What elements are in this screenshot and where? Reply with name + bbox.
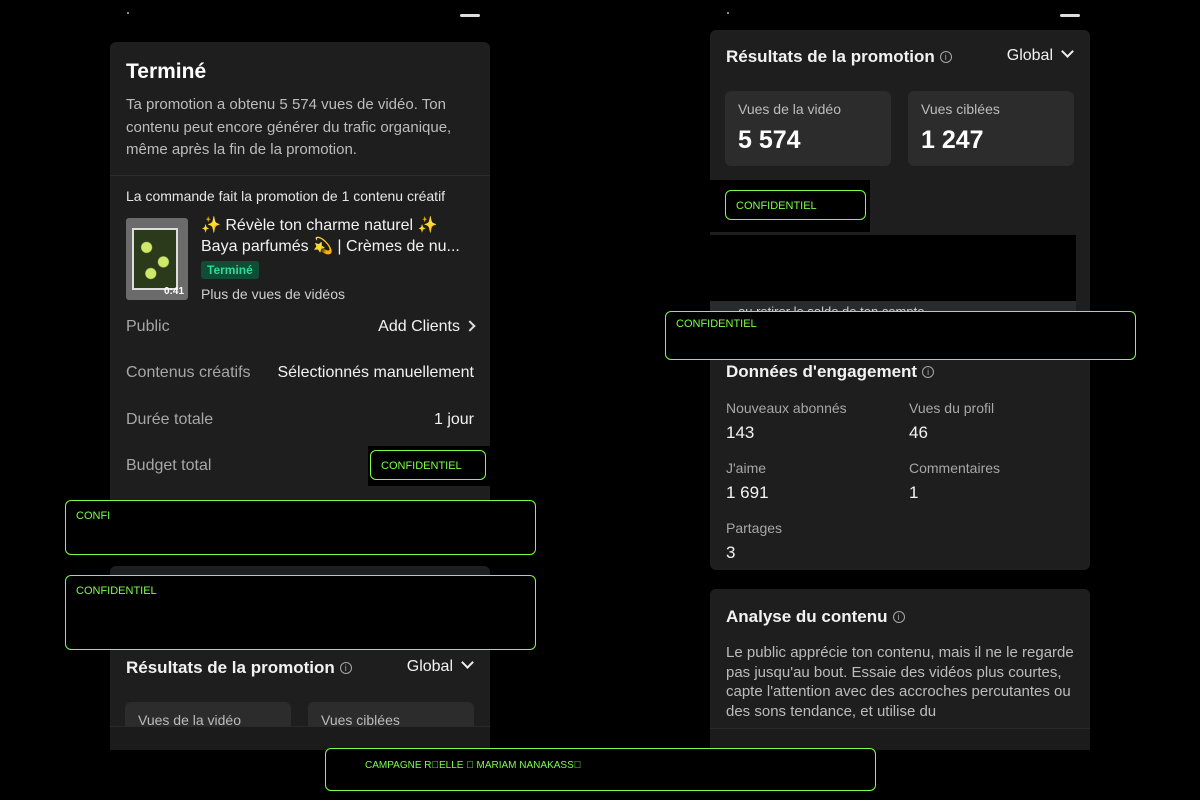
metric-value: 5 574 <box>738 126 801 154</box>
bottom-bar <box>110 726 490 750</box>
video-goal: Plus de vues de vidéos <box>201 286 345 302</box>
engagement-value: 3 <box>726 543 736 562</box>
menu-icon[interactable] <box>1060 14 1080 17</box>
results-title: Résultats de la promotion i <box>726 47 952 67</box>
engagement-value: 46 <box>909 423 928 442</box>
results-title-text: Résultats de la promotion <box>126 658 335 677</box>
confidential-label: CONFIDENTIEL <box>370 450 486 480</box>
order-label: La commande fait la promotion de 1 conte… <box>126 188 446 204</box>
engagement-title-text: Données d'engagement <box>726 362 918 381</box>
confidential-label: CONFI <box>65 500 536 555</box>
engagement-value: 1 <box>909 483 919 502</box>
campaign-label: CAMPAGNE R ELLE   MARIAM NANAKASS  <box>325 748 876 791</box>
engagement-value: 1 691 <box>726 483 769 502</box>
menu-icon[interactable] <box>460 14 480 17</box>
video-title-line-1[interactable]: ✨ Révèle ton charme naturel ✨ <box>201 215 476 236</box>
duration-value: 1 jour <box>433 411 474 428</box>
divider <box>110 175 490 176</box>
chevron-right-icon <box>464 320 476 332</box>
scope-select[interactable]: Global <box>1006 45 1074 65</box>
status-badge: Terminé <box>201 261 259 279</box>
detail-label-public: Public <box>126 318 170 335</box>
engagement-label: Commentaires <box>909 460 1001 476</box>
summary-title: Terminé <box>126 60 207 83</box>
results-title-text: Résultats de la promotion <box>726 47 935 66</box>
scope-value: Global <box>1006 47 1053 64</box>
chevron-down-icon <box>1061 45 1074 58</box>
right-phone-screen: Résultats de la promotion i Global Vues d… <box>710 0 1090 750</box>
thumbnail-image <box>132 228 178 290</box>
video-title-line-2[interactable]: Baya parfumés 💫 | Crèmes de nu... <box>201 236 476 257</box>
chevron-down-icon <box>461 656 474 669</box>
metric-video-views: Vues de la vidéo 5 574 <box>725 91 891 166</box>
metric-value: 1 247 <box>921 126 984 154</box>
bottom-bar <box>710 728 1090 750</box>
confidential-label: CONFIDENTIEL <box>65 575 536 650</box>
metric-label: Vues ciblées <box>921 101 1000 117</box>
confidential-label: CONFIDENTIEL <box>665 311 1136 360</box>
content-analysis-card: Analyse du contenu i Le public apprécie t… <box>710 589 1090 750</box>
metric-label: Vues de la vidéo <box>738 101 841 117</box>
engagement-label: J'aime <box>726 460 767 476</box>
scope-value: Global <box>406 658 453 675</box>
promotion-summary-card: Terminé Ta promotion a obtenu 5 574 vues… <box>110 42 490 566</box>
info-icon[interactable]: i <box>892 611 905 623</box>
info-icon[interactable]: i <box>339 662 352 674</box>
audience-value: Add Clients <box>378 318 460 335</box>
engagement-label: Partages <box>726 520 783 536</box>
metric-targeted-views: Vues ciblées 1 247 <box>908 91 1074 166</box>
summary-description: Ta promotion a obtenu 5 574 vues de vidé… <box>126 96 452 158</box>
analysis-title-text: Analyse du contenu <box>726 607 888 626</box>
detail-label-duration: Durée totale <box>126 411 214 428</box>
analysis-title: Analyse du contenu i <box>726 607 905 627</box>
info-icon[interactable]: i <box>939 51 952 63</box>
detail-label-budget: Budget total <box>126 457 212 474</box>
creatives-value: Sélectionnés manuellement <box>277 364 474 381</box>
detail-label-creatives: Contenus créatifs <box>126 364 251 381</box>
engagement-label: Vues du profil <box>909 400 995 416</box>
scope-select[interactable]: Global <box>406 656 474 676</box>
confidential-label: CONFIDENTIEL <box>725 190 866 220</box>
status-bar-dot <box>727 12 729 14</box>
info-icon[interactable]: i <box>922 366 935 378</box>
results-title: Résultats de la promotion i <box>126 658 352 678</box>
promotion-results-card: Résultats de la promotion i Global Vues d… <box>710 30 1090 570</box>
audience-link[interactable]: Add Clients <box>378 318 476 336</box>
analysis-body: Le public apprécie ton contenu, mais il … <box>726 644 1074 720</box>
engagement-value: 143 <box>726 423 755 442</box>
video-thumbnail[interactable]: 0:41 <box>126 218 188 300</box>
redaction-blackout <box>710 235 1076 301</box>
video-duration: 0:41 <box>163 286 184 297</box>
status-bar-dot <box>127 12 129 14</box>
engagement-label: Nouveaux abonnés <box>726 400 847 416</box>
engagement-title: Données d'engagement i <box>726 362 935 382</box>
